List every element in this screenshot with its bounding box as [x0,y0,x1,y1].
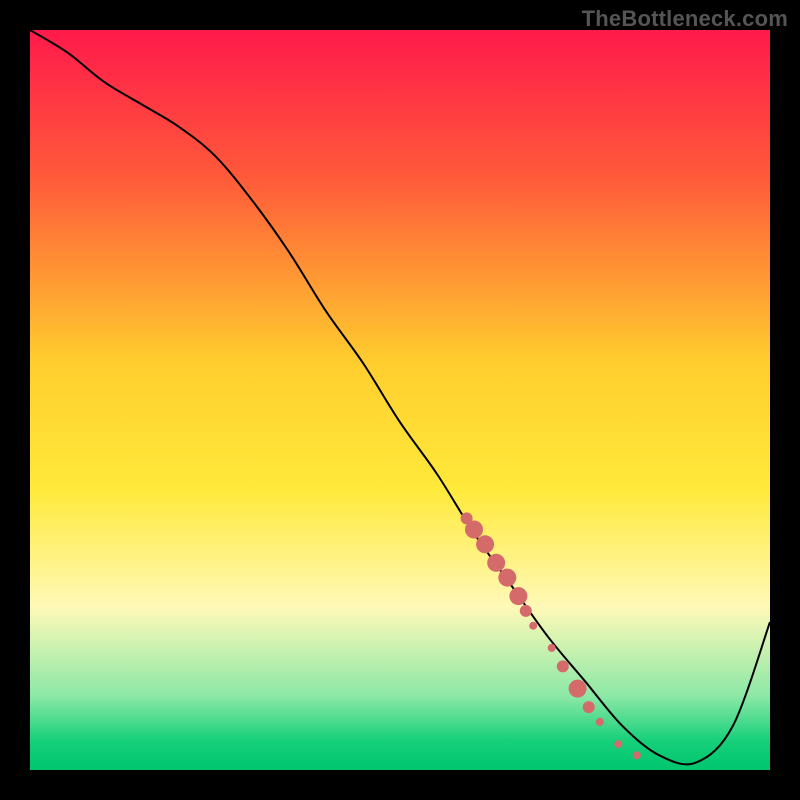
data-marker [487,554,505,572]
data-marker [498,569,516,587]
watermark-text: TheBottleneck.com [582,6,788,32]
chart-svg [30,30,770,770]
data-marker [476,535,494,553]
data-marker [509,587,527,605]
chart-stage: TheBottleneck.com [0,0,800,800]
data-marker [596,718,604,726]
data-marker [465,521,483,539]
data-marker [633,751,641,759]
gradient-background [30,30,770,770]
data-marker [569,680,587,698]
data-marker [548,644,556,652]
data-marker [583,701,595,713]
data-marker [529,622,537,630]
data-marker [557,660,569,672]
data-marker [520,605,532,617]
data-marker [614,740,622,748]
plot-area [30,30,770,770]
